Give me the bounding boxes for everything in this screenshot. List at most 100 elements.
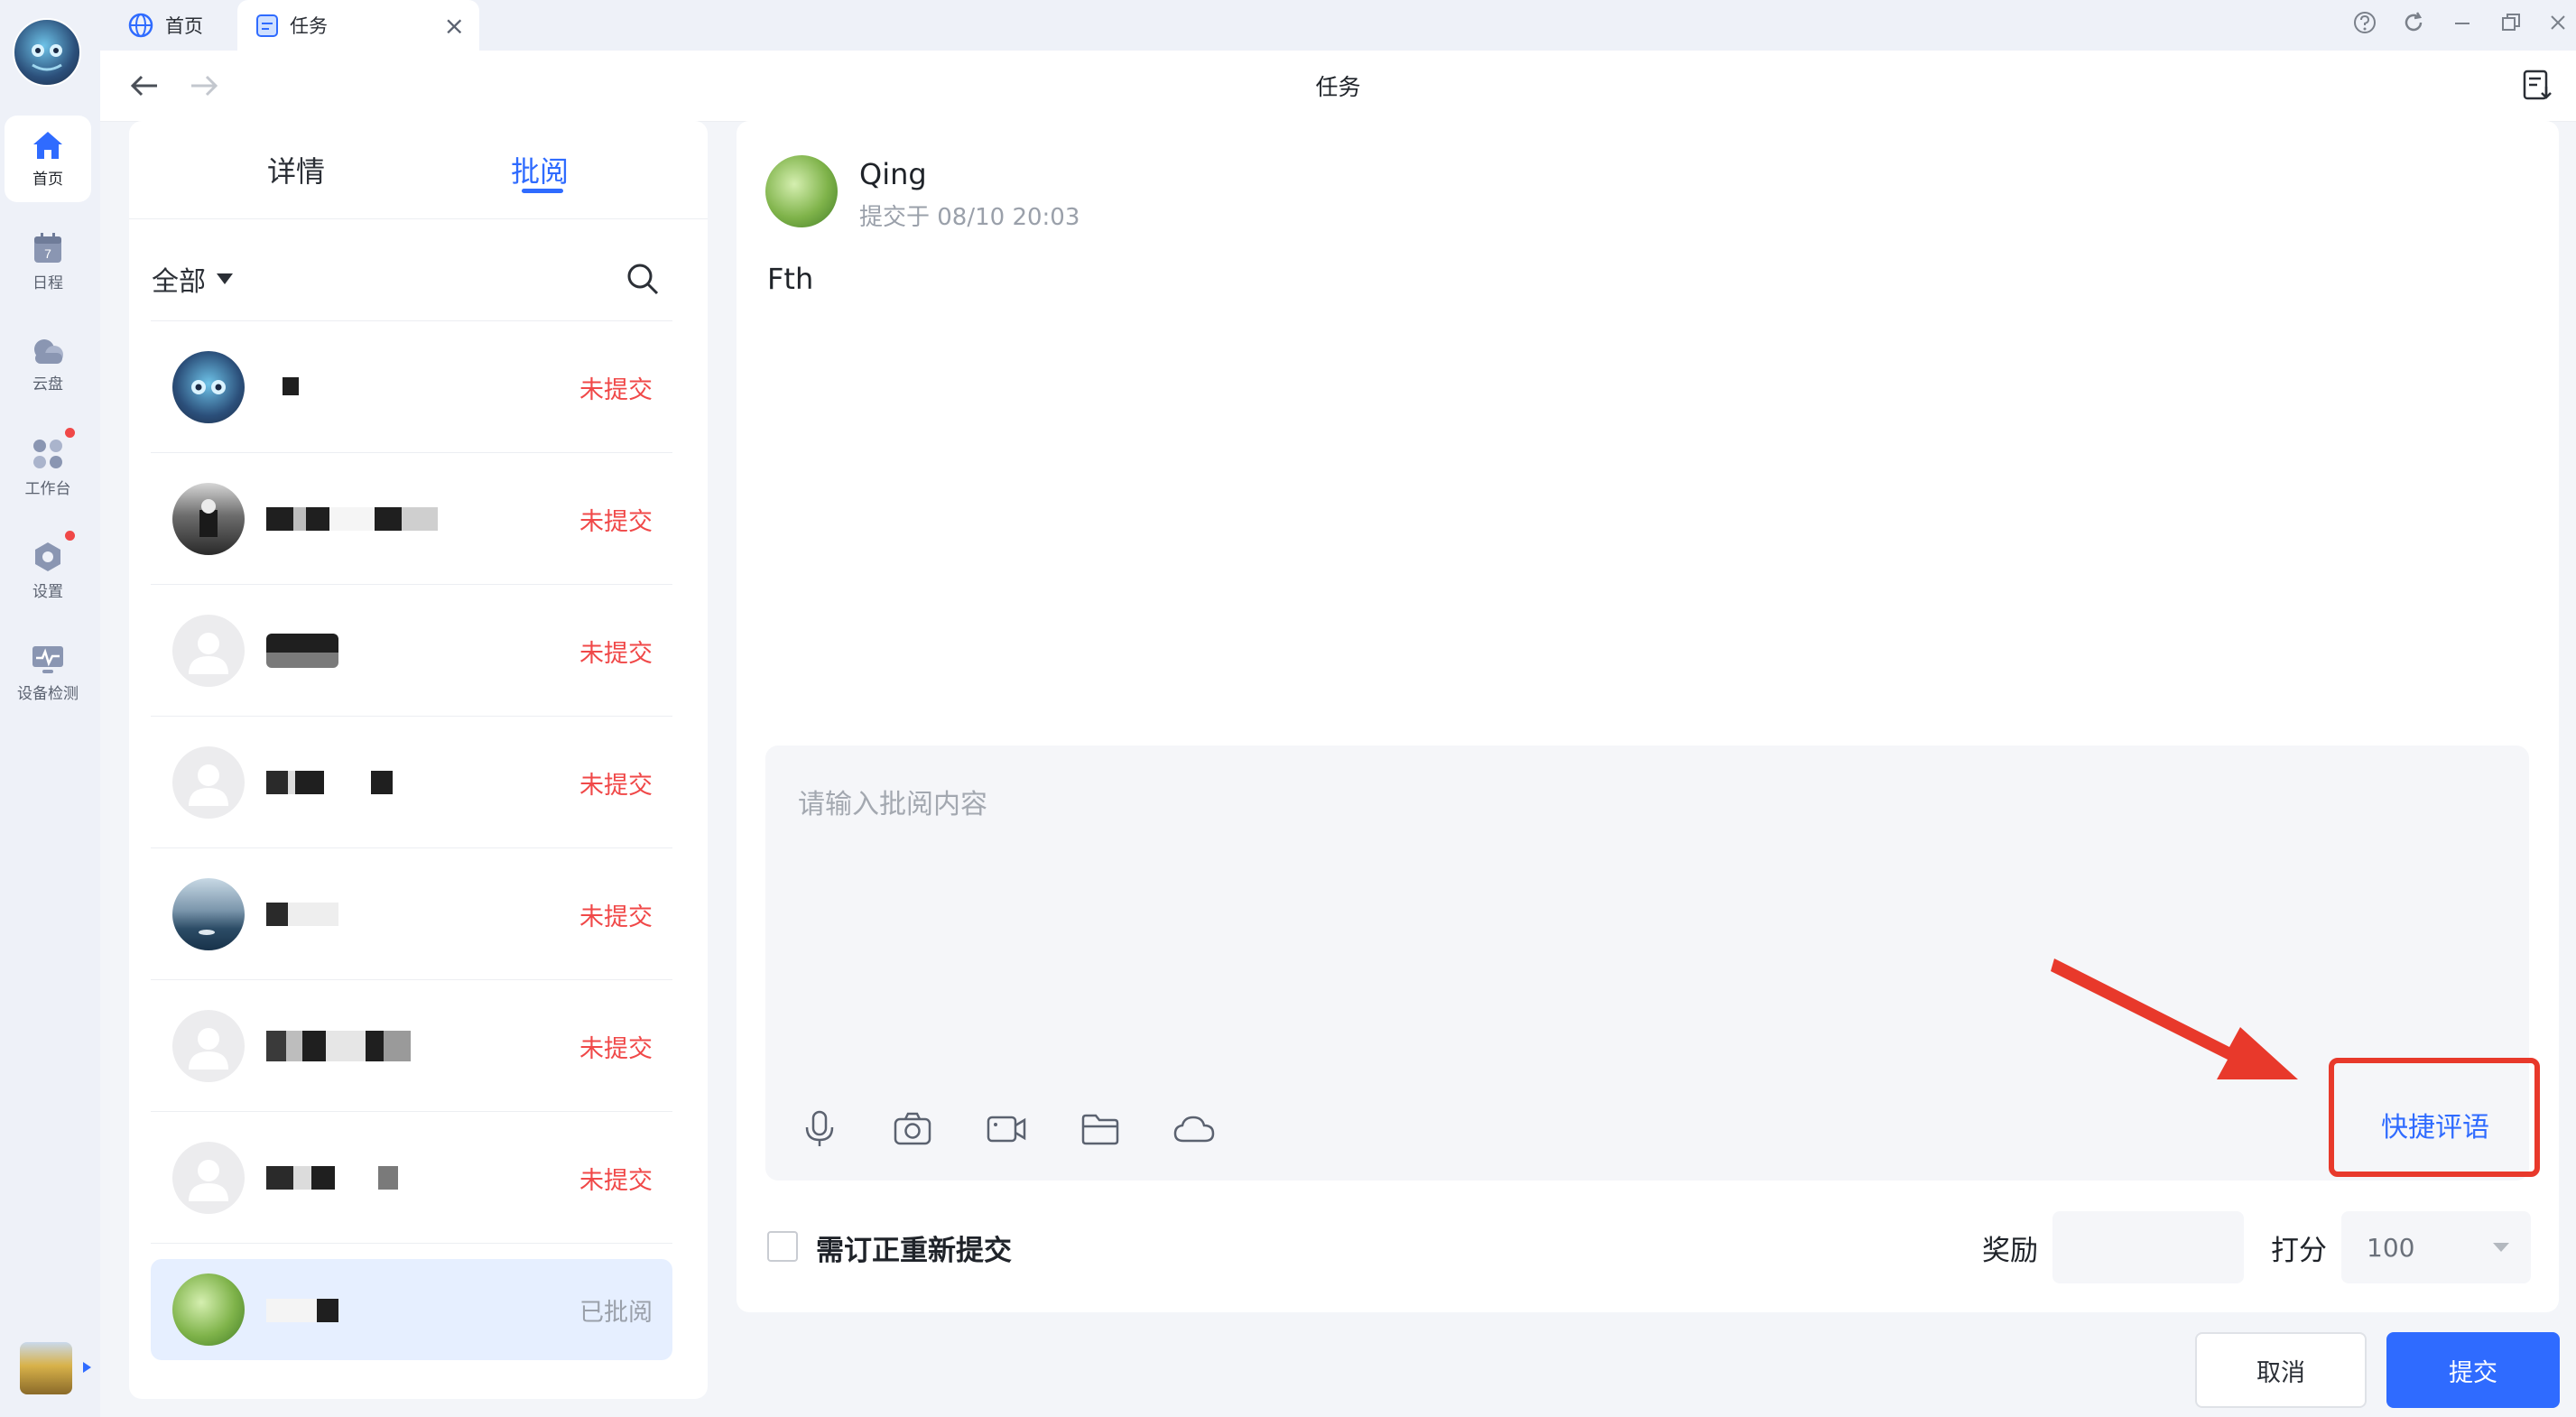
redacted-name <box>266 1166 411 1190</box>
home-icon <box>33 131 62 159</box>
list-item[interactable]: 未提交 <box>151 980 672 1112</box>
close-window-icon[interactable] <box>2543 7 2573 38</box>
quick-comment-button[interactable]: 快捷评语 <box>2336 1105 2534 1144</box>
tab-close-icon[interactable]: × <box>444 11 465 41</box>
title-bar: 首页 任务 × <box>100 0 2576 51</box>
rail-item-schedule[interactable]: 7 日程 <box>5 218 91 305</box>
submit-button[interactable]: 提交 <box>2386 1332 2560 1408</box>
video-icon[interactable] <box>984 1107 1029 1152</box>
active-tab-underline <box>522 189 563 193</box>
score-value: 100 <box>2367 1232 2415 1263</box>
rail-item-cloud-drive[interactable]: 云盘 <box>5 321 91 408</box>
score-label: 打分 <box>2271 1235 2327 1267</box>
default-avatar <box>172 1010 245 1082</box>
rail-label: 设备检测 <box>17 684 79 703</box>
photo-avatar <box>172 483 245 555</box>
svg-text:7: 7 <box>44 246 51 261</box>
minimize-icon[interactable] <box>2447 7 2478 38</box>
status-badge: 未提交 <box>579 375 653 404</box>
grass-avatar <box>172 1273 245 1346</box>
tab-task[interactable]: 任务 × <box>237 0 479 51</box>
reward-label: 奖励 <box>1982 1235 2038 1267</box>
cloud-icon[interactable] <box>1172 1107 1217 1152</box>
rail-item-home[interactable]: 首页 <box>5 116 91 202</box>
list-item[interactable]: 未提交 <box>151 321 672 453</box>
refresh-icon[interactable] <box>2398 7 2429 38</box>
app-avatar[interactable] <box>13 18 81 87</box>
reward-input[interactable] <box>2052 1211 2244 1283</box>
rail-item-device-check[interactable]: 设备检测 <box>5 630 91 717</box>
redacted-name <box>266 771 393 794</box>
device-check-icon <box>32 645 63 673</box>
status-badge: 未提交 <box>579 1034 653 1063</box>
left-rail: 首页 7 日程 云盘 工作台 设置 设备检测 <box>0 0 100 1417</box>
redacted-name <box>283 377 299 395</box>
tab-label: 首页 <box>165 15 203 37</box>
globe-icon <box>128 13 153 38</box>
cancel-button[interactable]: 取消 <box>2195 1332 2367 1408</box>
task-icon <box>256 14 278 37</box>
rail-label: 云盘 <box>32 375 63 394</box>
default-avatar <box>172 615 245 687</box>
filter-label: 全部 <box>152 266 206 298</box>
redacted-name <box>266 1299 338 1322</box>
rail-item-workbench[interactable]: 工作台 <box>5 424 91 511</box>
panel-divider <box>129 218 708 219</box>
list-item[interactable]: 未提交 <box>151 717 672 848</box>
search-icon[interactable] <box>625 262 660 296</box>
calendar-icon: 7 <box>34 232 61 263</box>
page-title: 任务 <box>1315 74 1361 100</box>
user-thumbnail[interactable] <box>20 1342 72 1394</box>
restore-icon[interactable] <box>2496 7 2526 38</box>
help-icon[interactable] <box>2349 7 2380 38</box>
lake-avatar <box>172 878 245 950</box>
caret-down-icon <box>217 273 233 284</box>
redacted-name <box>266 634 338 668</box>
camera-icon[interactable] <box>890 1107 935 1152</box>
list-item[interactable]: 未提交 <box>151 848 672 980</box>
redacted-name <box>266 1031 411 1061</box>
nav-bar: 任务 <box>100 51 2576 122</box>
rail-label: 首页 <box>32 170 63 189</box>
list-item[interactable]: 未提交 <box>151 453 672 585</box>
tab-review[interactable]: 批阅 <box>484 144 596 195</box>
submitted-time: 提交于 08/10 20:03 <box>859 204 1080 231</box>
default-avatar <box>172 1142 245 1214</box>
export-list-icon[interactable] <box>2521 69 2553 101</box>
submission-content: Fth <box>767 262 814 296</box>
score-select[interactable]: 100 <box>2341 1211 2531 1283</box>
status-badge: 未提交 <box>579 903 653 931</box>
cloud-drive-icon <box>34 338 63 364</box>
rail-label: 设置 <box>32 582 63 601</box>
revise-checkbox[interactable] <box>767 1231 798 1262</box>
status-badge: 未提交 <box>579 639 653 668</box>
workbench-icon <box>33 439 62 468</box>
status-badge: 未提交 <box>579 771 653 800</box>
settings-icon <box>35 542 60 571</box>
default-avatar <box>172 746 245 819</box>
folder-icon[interactable] <box>1078 1107 1123 1152</box>
red-arrow-annotation <box>2051 959 2298 1079</box>
expand-arrow-icon[interactable] <box>81 1361 92 1374</box>
rail-label: 日程 <box>32 273 63 292</box>
tab-label: 任务 <box>290 15 328 37</box>
microphone-icon[interactable] <box>797 1107 842 1152</box>
anime-avatar <box>172 351 245 423</box>
rail-label: 工作台 <box>24 479 71 498</box>
tab-details[interactable]: 详情 <box>240 144 352 195</box>
tab-home[interactable]: 首页 <box>109 0 245 51</box>
redacted-name <box>266 903 338 926</box>
list-item-selected[interactable]: 已批阅 <box>151 1259 672 1360</box>
revise-label: 需订正重新提交 <box>816 1235 1012 1267</box>
author-name: Qing <box>859 157 927 191</box>
status-badge: 已批阅 <box>579 1298 653 1327</box>
filter-dropdown[interactable]: 全部 <box>152 258 235 300</box>
redacted-name <box>266 507 438 531</box>
list-item[interactable]: 未提交 <box>151 1112 672 1244</box>
list-item[interactable]: 未提交 <box>151 585 672 717</box>
notification-dot <box>65 531 75 541</box>
rail-item-settings[interactable]: 设置 <box>5 527 91 614</box>
review-placeholder: 请输入批阅内容 <box>798 789 987 820</box>
notification-dot <box>65 428 75 438</box>
author-avatar <box>765 155 838 227</box>
